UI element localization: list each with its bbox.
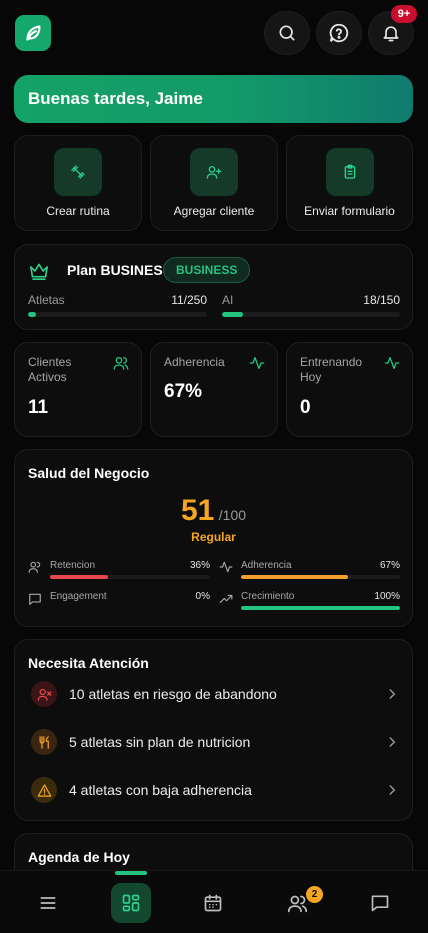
growth-meter-fill bbox=[241, 606, 400, 610]
alert-text: 5 atletas sin plan de nutricion bbox=[69, 734, 251, 750]
stat-label: Clientes Activos bbox=[28, 355, 72, 384]
ai-meter-fill bbox=[222, 312, 243, 317]
greeting-banner: Buenas tardes, Jaime bbox=[14, 75, 413, 123]
nav-calendar[interactable] bbox=[193, 883, 233, 923]
bottom-navigation: 2 bbox=[0, 870, 428, 933]
stat-label: Adherencia bbox=[164, 355, 225, 369]
alert-item-no-nutrition[interactable]: 5 atletas sin plan de nutricion bbox=[29, 726, 399, 758]
plan-title: Plan BUSINESS bbox=[67, 262, 173, 278]
section-title: Necesita Atención bbox=[28, 655, 149, 671]
stat-card-active-clients[interactable]: Clientes Activos 11 bbox=[14, 342, 142, 437]
stat-card-training-today[interactable]: Entrenando Hoy 0 bbox=[286, 342, 413, 437]
plan-badge: BUSINESS bbox=[163, 257, 251, 283]
nav-dashboard[interactable] bbox=[111, 883, 151, 923]
athletes-meter-fill bbox=[28, 312, 36, 317]
metric-label: Engagement bbox=[50, 591, 107, 602]
help-icon bbox=[329, 23, 349, 43]
metric-label: Crecimiento bbox=[241, 591, 295, 602]
health-score-max: /100 bbox=[218, 507, 247, 523]
action-label: Crear rutina bbox=[46, 204, 110, 218]
alert-item-churn-risk[interactable]: 10 atletas en riesgo de abandono bbox=[29, 678, 399, 710]
trending-up-icon bbox=[219, 594, 233, 604]
search-icon bbox=[279, 25, 295, 41]
alert-text: 4 atletas con baja adherencia bbox=[69, 782, 252, 798]
metric-value: 67% bbox=[379, 560, 400, 571]
message-icon bbox=[371, 895, 389, 912]
activity-icon bbox=[249, 357, 265, 369]
message-icon bbox=[29, 593, 41, 605]
alert-item-low-adherence[interactable]: 4 atletas con baja adherencia bbox=[29, 774, 399, 806]
activity-icon bbox=[384, 357, 400, 369]
action-label: Enviar formulario bbox=[304, 204, 395, 218]
add-client-button[interactable]: Agregar cliente bbox=[150, 135, 278, 231]
search-button[interactable] bbox=[264, 11, 310, 55]
chevron-right-icon bbox=[389, 785, 396, 795]
stat-label: Entrenando Hoy bbox=[300, 355, 363, 384]
chevron-right-icon bbox=[389, 737, 396, 747]
retention-meter bbox=[50, 575, 210, 579]
alert-text: 10 atletas en riesgo de abandono bbox=[69, 686, 277, 702]
create-routine-button[interactable]: Crear rutina bbox=[14, 135, 142, 231]
nav-messages[interactable] bbox=[360, 883, 400, 923]
active-tab-indicator bbox=[115, 871, 147, 875]
send-form-button[interactable]: Enviar formulario bbox=[286, 135, 413, 231]
top-bar: 9+ bbox=[0, 0, 428, 66]
health-score-value: 51 bbox=[180, 494, 215, 527]
app-logo[interactable] bbox=[15, 15, 51, 51]
health-score: 51 /100 bbox=[15, 494, 412, 528]
metric-label: Retencion bbox=[50, 560, 96, 571]
dashboard-grid-icon bbox=[122, 894, 140, 912]
engagement-meter bbox=[50, 606, 210, 610]
ai-label: AI bbox=[222, 293, 234, 307]
section-title: Salud del Negocio bbox=[28, 465, 150, 481]
clients-badge: 2 bbox=[306, 886, 323, 903]
athletes-value: 11/250 bbox=[171, 293, 207, 307]
calendar-icon bbox=[204, 894, 222, 912]
metric-value: 0% bbox=[195, 591, 210, 602]
users-icon bbox=[287, 895, 307, 912]
crown-icon bbox=[30, 263, 48, 280]
section-title: Agenda de Hoy bbox=[28, 849, 130, 865]
help-button[interactable] bbox=[316, 11, 362, 55]
stat-value: 67% bbox=[164, 381, 203, 402]
chevron-right-icon bbox=[389, 689, 396, 699]
stat-card-adherence[interactable]: Adherencia 67% bbox=[150, 342, 278, 437]
plan-card: Plan BUSINESS BUSINESS Atletas 11/250 AI… bbox=[14, 244, 413, 330]
dumbbell-icon bbox=[71, 165, 85, 179]
menu-icon bbox=[40, 897, 56, 909]
growth-meter bbox=[241, 606, 400, 610]
user-x-icon bbox=[37, 688, 51, 701]
athletes-meter bbox=[28, 312, 207, 317]
bell-icon bbox=[383, 26, 399, 42]
business-health-card: Salud del Negocio 51 /100 Regular Retenc… bbox=[14, 449, 413, 627]
warning-icon bbox=[37, 783, 51, 797]
health-grade: Regular bbox=[191, 530, 236, 544]
adherence-meter-fill bbox=[241, 575, 348, 579]
metric-label: Adherencia bbox=[241, 560, 292, 571]
nav-menu[interactable] bbox=[28, 883, 68, 923]
ai-meter bbox=[222, 312, 400, 317]
user-plus-icon bbox=[206, 166, 222, 179]
leaf-logo-icon bbox=[26, 25, 41, 41]
activity-icon bbox=[219, 561, 233, 573]
stat-value: 0 bbox=[300, 397, 311, 418]
notifications-badge: 9+ bbox=[391, 5, 417, 23]
utensils-icon bbox=[39, 735, 49, 749]
athletes-label: Atletas bbox=[28, 293, 65, 307]
needs-attention-card: Necesita Atención 10 atletas en riesgo d… bbox=[14, 639, 413, 821]
ai-value: 18/150 bbox=[363, 293, 400, 307]
adherence-meter bbox=[241, 575, 400, 579]
stat-value: 11 bbox=[28, 397, 49, 418]
users-icon bbox=[113, 357, 129, 370]
clipboard-icon bbox=[344, 164, 355, 179]
users-icon bbox=[28, 561, 41, 573]
metric-value: 100% bbox=[374, 591, 400, 602]
retention-meter-fill bbox=[50, 575, 108, 579]
metric-value: 36% bbox=[189, 560, 210, 571]
action-label: Agregar cliente bbox=[173, 204, 255, 218]
